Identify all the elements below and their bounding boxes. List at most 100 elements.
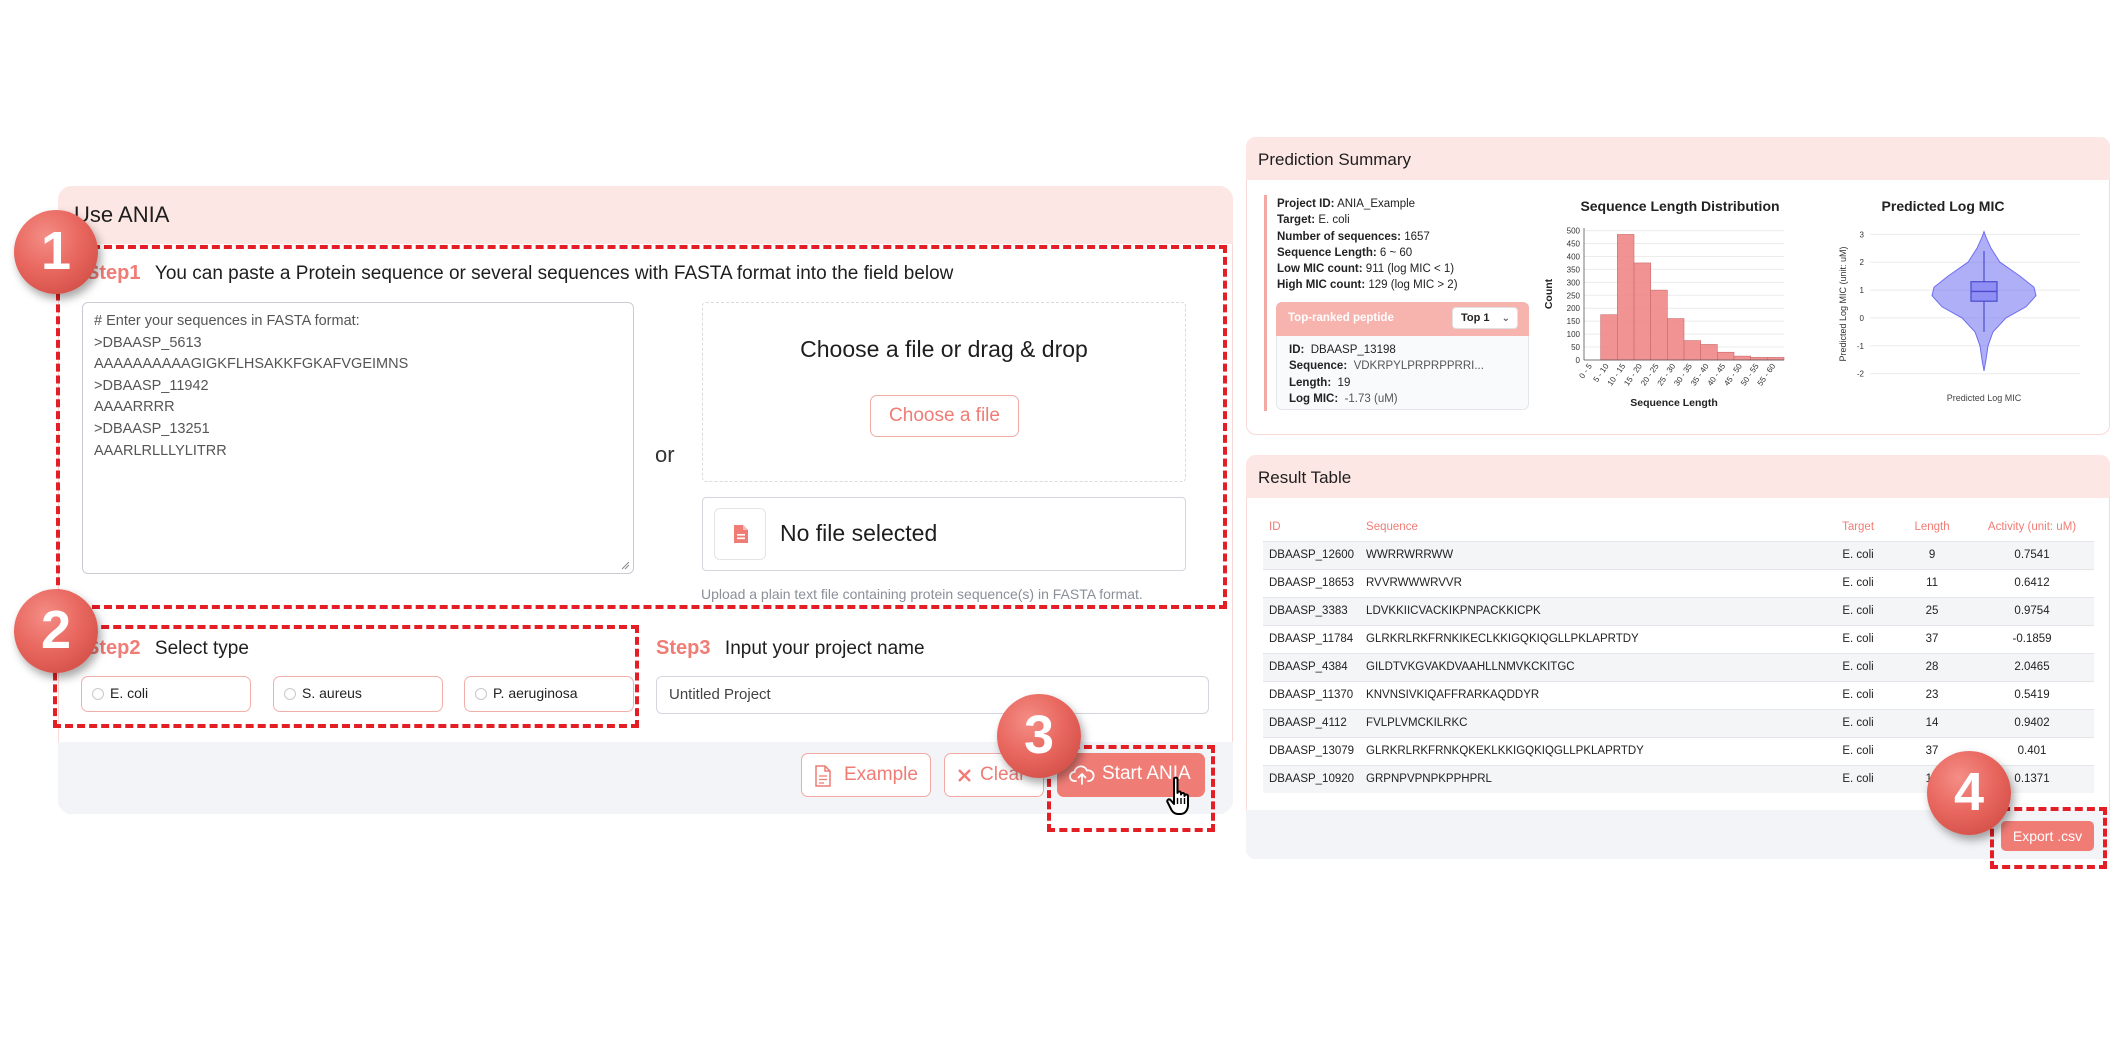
- info-project-id: Project ID: ANIA_Example: [1277, 198, 1416, 210]
- cell-length: 37: [1894, 624, 1971, 653]
- y-tick-label: 100: [1567, 330, 1581, 339]
- use-ania-panel-header: [58, 186, 1233, 244]
- table-row[interactable]: DBAASP_4112 FVLPLVMCKILRKC E. coli 14 0.9402: [1263, 708, 2094, 737]
- cell-sequence: GILDTVKGVAKDVAAHLLNMVKCKITGC: [1360, 652, 1823, 681]
- cell-id: DBAASP_10920: [1263, 764, 1361, 793]
- top-id: ID: DBAASP_13198: [1289, 344, 1396, 356]
- info-target: Target: E. coli: [1277, 214, 1350, 227]
- prediction-summary-title: Prediction Summary: [1258, 150, 1412, 169]
- summary-accent-bar: [1264, 195, 1267, 411]
- cell-activity: 0.9754: [1970, 596, 2094, 625]
- cell-id: DBAASP_18653: [1263, 568, 1361, 597]
- histogram-bar: [1650, 289, 1668, 361]
- cell-activity: 0.7541: [1970, 540, 2094, 569]
- col-activity[interactable]: Activity (unit: uM): [1970, 513, 2094, 541]
- summary-info: Project ID: ANIA_Example Target: E. coli…: [1277, 196, 1458, 294]
- y-tick-label: 350: [1567, 265, 1581, 274]
- cell-sequence: GLRKRLRKFRNKIKECLKKIGQKIQGLLPKLAPRTDY: [1360, 624, 1823, 653]
- y-tick-label: 0: [1576, 356, 1581, 365]
- y-tick-label: 2: [1860, 258, 1865, 267]
- cell-activity: -0.1859: [1970, 624, 2094, 653]
- histogram-bar: [1617, 234, 1635, 361]
- top-rank-select-value: Top 1: [1461, 312, 1490, 324]
- callout-badge-4: 4: [1927, 751, 2011, 835]
- cell-sequence: KNVNSIVKIQAFFRARKAQDDYR: [1360, 680, 1823, 709]
- cell-activity: 0.6412: [1970, 568, 2094, 597]
- logmic-chart-title: Predicted Log MIC: [1881, 198, 2005, 214]
- table-row[interactable]: DBAASP_11784 GLRKRLRKFRNKIKECLKKIGQKIQGLL…: [1263, 624, 2094, 653]
- cell-sequence: RVVRWWWRVVR: [1360, 568, 1823, 597]
- logmic-violin-chart: -2 -1 0 1 2 3 Predicted Log MIC Predicted Log M…: [1838, 230, 2080, 403]
- cell-target: E. coli: [1822, 736, 1895, 765]
- y-axis-title: Predicted Log MIC (unit: uM): [1838, 246, 1848, 361]
- info-seq-length: Sequence Length: 6 ~ 60: [1277, 246, 1413, 259]
- cell-target: E. coli: [1822, 652, 1895, 681]
- y-tick-label: 1: [1860, 286, 1865, 295]
- use-ania-title: Use ANIA: [74, 202, 170, 227]
- x-tick-label: 55 - 60: [1756, 362, 1778, 388]
- top-length: Length: 19: [1289, 376, 1351, 389]
- y-tick-label: 400: [1567, 252, 1581, 261]
- table-row[interactable]: DBAASP_12600 WWRRWRRWW E. coli 9 0.7541: [1263, 540, 2094, 569]
- x-axis-title: Predicted Log MIC: [1947, 393, 2022, 403]
- top-rank-select[interactable]: Top 1 ⌄: [1452, 307, 1518, 329]
- project-name-input[interactable]: Untitled Project: [656, 676, 1209, 714]
- cell-target: E. coli: [1822, 596, 1895, 625]
- example-button[interactable]: Example: [801, 753, 931, 797]
- cell-length: 9: [1894, 540, 1971, 569]
- y-tick-label: -1: [1857, 342, 1865, 351]
- cell-sequence: GRPNPVPNPKPPHPRL: [1360, 764, 1823, 793]
- step3-heading: Step3 Input your project name: [656, 637, 925, 660]
- y-tick-label: 200: [1567, 304, 1581, 313]
- result-table-title: Result Table: [1258, 468, 1352, 487]
- callout-badge-3: 3: [997, 694, 1081, 778]
- table-row[interactable]: DBAASP_18653 RVVRWWWRVVR E. coli 11 0.6412: [1263, 568, 2094, 597]
- x-axis-title: Sequence Length: [1630, 397, 1718, 409]
- table-row[interactable]: DBAASP_11370 KNVNSIVKIQAFFRARKAQDDYR E. co…: [1263, 680, 2094, 709]
- cell-sequence: WWRRWRRWW: [1360, 540, 1823, 569]
- chevron-down-icon: ⌄: [1501, 313, 1510, 324]
- y-tick-label: 3: [1860, 230, 1865, 239]
- length-distribution-chart: 0501001502002503003504004505000 - 55 - 1…: [1543, 227, 1785, 409]
- histogram-bar: [1700, 344, 1718, 361]
- y-tick-label: 300: [1567, 278, 1581, 287]
- cell-target: E. coli: [1822, 540, 1895, 569]
- cell-id: DBAASP_11370: [1263, 680, 1361, 709]
- cell-sequence: FVLPLVMCKILRKC: [1360, 708, 1823, 737]
- histogram-bar: [1733, 355, 1751, 361]
- length-chart-title: Sequence Length Distribution: [1580, 198, 1780, 214]
- cell-target: E. coli: [1822, 624, 1895, 653]
- info-low-mic: Low MIC count: 911 (log MIC < 1): [1277, 263, 1455, 276]
- y-tick-label: 150: [1567, 317, 1581, 326]
- table-row[interactable]: DBAASP_3383 LDVKKIICVACKIKPNPACKKICPK E. c…: [1263, 596, 2094, 625]
- table-row[interactable]: DBAASP_4384 GILDTVKGVAKDVAAHLLNMVKCKITGC E…: [1263, 652, 2094, 681]
- cell-length: 23: [1894, 680, 1971, 709]
- callout-badge-1: 1: [14, 210, 98, 294]
- col-sequence[interactable]: Sequence: [1360, 513, 1822, 541]
- y-tick-label: 0: [1860, 314, 1865, 323]
- close-icon: [958, 769, 971, 782]
- histogram-bar: [1633, 262, 1651, 361]
- result-table-header: [1246, 455, 2110, 498]
- info-high-mic: High MIC count: 129 (log MIC > 2): [1277, 279, 1458, 292]
- y-tick-label: 50: [1571, 343, 1580, 352]
- callout-box-step1: [56, 245, 1227, 609]
- cell-activity: 2.0465: [1970, 652, 2094, 681]
- callout-box-step2: [53, 625, 639, 728]
- cell-id: DBAASP_12600: [1263, 540, 1361, 569]
- cell-length: 11: [1894, 568, 1971, 597]
- cell-sequence: GLRKRLRKFRNKQKEKLKKIGQKIQGLLPKLAPRTDY: [1360, 736, 1823, 765]
- col-length[interactable]: Length: [1894, 513, 1970, 541]
- cell-length: 28: [1894, 652, 1971, 681]
- cell-id: DBAASP_13079: [1263, 736, 1361, 765]
- cell-length: 25: [1894, 596, 1971, 625]
- col-target[interactable]: Target: [1822, 513, 1894, 541]
- cell-target: E. coli: [1822, 708, 1895, 737]
- y-tick-label: 250: [1567, 291, 1581, 300]
- top-ranked-title: Top-ranked peptide: [1288, 312, 1394, 324]
- cell-activity: 0.5419: [1970, 680, 2094, 709]
- histogram-bar: [1667, 318, 1685, 361]
- cell-id: DBAASP_11784: [1263, 624, 1361, 653]
- col-id[interactable]: ID: [1263, 513, 1360, 541]
- document-icon: [815, 765, 831, 787]
